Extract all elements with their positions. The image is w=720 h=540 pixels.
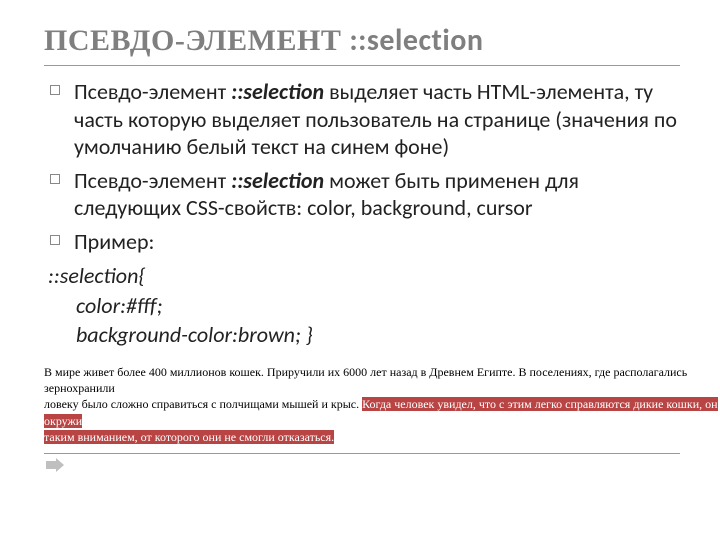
example-paragraph: В мире живет более 400 миллионов кошек. … [44, 364, 720, 445]
code-line-1: ::selection{ [48, 261, 680, 291]
title-prefix: ПСЕВДО-ЭЛЕМЕНТ [44, 24, 349, 57]
slide-title: ПСЕВДО-ЭЛЕМЕНТ ::selection [44, 22, 680, 59]
bullet1-keyword: ::selection [231, 78, 324, 105]
bullet-list: Псевдо-элемент ::selection выделяет част… [44, 78, 680, 255]
title-selection-keyword: ::selection [349, 22, 483, 59]
bullet2-pre: Псевдо-элемент [74, 167, 231, 194]
example-plain-2: ловеку было сложно справиться с полчищам… [44, 397, 362, 411]
example-plain-1: В мире живет более 400 миллионов кошек. … [44, 365, 687, 395]
example-highlight-2: таким вниманием, от которого они не смог… [44, 430, 334, 444]
title-divider [44, 65, 680, 66]
bullet3-text: Пример: [74, 228, 154, 255]
slide: ПСЕВДО-ЭЛЕМЕНТ ::selection Псевдо-элемен… [0, 0, 720, 540]
bullet-item-3: Пример: [44, 228, 680, 256]
bullet-item-1: Псевдо-элемент ::selection выделяет част… [44, 78, 680, 161]
code-block: ::selection{ color:#fff; background-colo… [48, 261, 680, 350]
bullet1-pre: Псевдо-элемент [74, 78, 231, 105]
code-line-2: color:#fff; [48, 291, 680, 321]
footer-divider [44, 453, 680, 454]
bullet-item-2: Псевдо-элемент ::selection может быть пр… [44, 167, 680, 222]
code-line-3: background-color:brown; } [48, 320, 680, 350]
bullet2-keyword: ::selection [231, 167, 324, 194]
nav-arrow-icon [46, 458, 680, 472]
